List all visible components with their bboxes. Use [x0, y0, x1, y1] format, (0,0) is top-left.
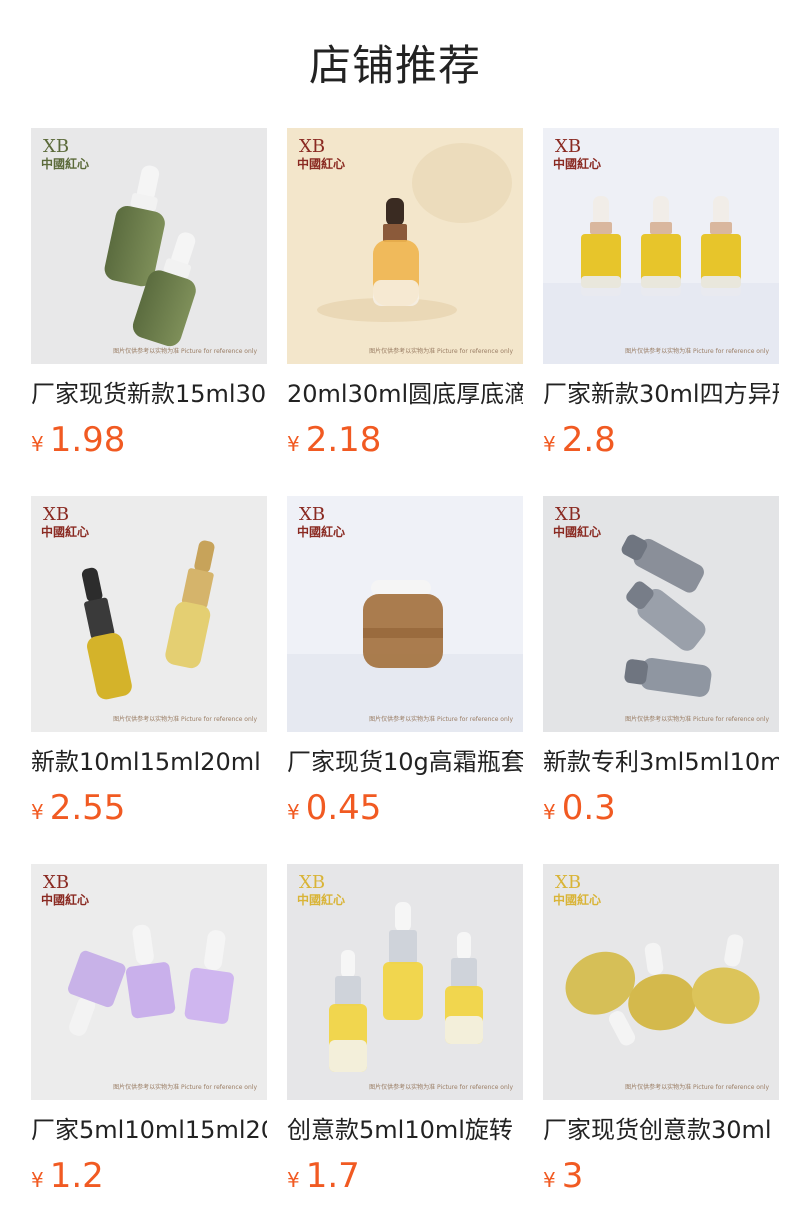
brand-logo: XB 中國紅心 — [41, 872, 89, 907]
brand-logo: XB 中國紅心 — [41, 136, 89, 171]
product-price: ¥1.98 — [31, 416, 267, 464]
svg-text:XB: XB — [43, 872, 69, 893]
reference-note: 图片仅供参考以实物为准 Picture for reference only — [369, 1084, 513, 1091]
product-name[interactable]: 新款专利3ml5ml10ml — [543, 744, 779, 780]
product-image[interactable]: XB 中國紅心 图片仅供参考以实物为准 Picture for referenc… — [287, 128, 523, 364]
svg-text:XB: XB — [43, 504, 69, 525]
currency-symbol: ¥ — [287, 800, 300, 824]
price-amount: 2.8 — [561, 420, 616, 460]
svg-text:中國紅心: 中國紅心 — [297, 524, 345, 539]
price-amount: 2.55 — [49, 788, 126, 828]
product-card[interactable]: XB 中國紅心 图片仅供参考以实物为准 Picture for referenc… — [287, 864, 523, 1232]
product-name[interactable]: 厂家现货10g高霜瓶套装 — [287, 744, 523, 780]
section-title: 店铺推荐 — [308, 41, 481, 90]
product-card[interactable]: XB 中國紅心 图片仅供参考以实物为准 Picture for referenc… — [31, 496, 267, 864]
price-amount: 2.18 — [305, 420, 382, 460]
product-price: ¥1.2 — [31, 1152, 267, 1200]
svg-text:XB: XB — [555, 872, 581, 893]
svg-text:中國紅心: 中國紅心 — [553, 524, 601, 539]
brand-logo: XB 中國紅心 — [553, 504, 601, 539]
product-price: ¥0.3 — [543, 784, 779, 832]
product-card[interactable]: XB 中國紅心 图片仅供参考以实物为准 Picture for referenc… — [543, 128, 779, 496]
product-name[interactable]: 新款10ml15ml20ml — [31, 744, 267, 780]
product-card[interactable]: XB 中國紅心 图片仅供参考以实物为准 Picture for referenc… — [543, 864, 779, 1232]
brand-logo: XB 中國紅心 — [553, 872, 601, 907]
currency-symbol: ¥ — [31, 1168, 44, 1192]
svg-text:XB: XB — [299, 872, 325, 893]
svg-text:XB: XB — [555, 504, 581, 525]
reference-note: 图片仅供参考以实物为准 Picture for reference only — [113, 716, 257, 723]
product-price: ¥2.18 — [287, 416, 523, 464]
product-name[interactable]: 20ml30ml圆底厚底滴管瓶 — [287, 376, 523, 412]
brand-logo: XB 中國紅心 — [297, 504, 345, 539]
svg-text:中國紅心: 中國紅心 — [297, 892, 345, 907]
product-image[interactable]: XB 中國紅心 图片仅供参考以实物为准 Picture for referenc… — [287, 864, 523, 1100]
store-recommendations-page: 店铺推荐 XB 中國紅心 图片仅供参考以实物为准 Picture for ref… — [0, 0, 790, 1232]
product-name[interactable]: 厂家5ml10ml15ml20ml — [31, 1112, 267, 1148]
currency-symbol: ¥ — [31, 800, 44, 824]
svg-text:XB: XB — [299, 504, 325, 525]
price-amount: 0.45 — [305, 788, 382, 828]
reference-note: 图片仅供参考以实物为准 Picture for reference only — [625, 1084, 769, 1091]
currency-symbol: ¥ — [31, 432, 44, 456]
svg-text:XB: XB — [555, 136, 581, 157]
svg-text:XB: XB — [299, 136, 325, 157]
brand-logo: XB 中國紅心 — [553, 136, 601, 171]
product-image[interactable]: XB 中國紅心 图片仅供参考以实物为准 Picture for referenc… — [543, 864, 779, 1100]
svg-text:中國紅心: 中國紅心 — [297, 156, 345, 171]
product-image[interactable]: XB 中國紅心 图片仅供参考以实物为准 Picture for referenc… — [31, 496, 267, 732]
currency-symbol: ¥ — [543, 1168, 556, 1192]
product-image[interactable]: XB 中國紅心 图片仅供参考以实物为准 Picture for referenc… — [543, 496, 779, 732]
svg-text:中國紅心: 中國紅心 — [41, 892, 89, 907]
product-price: ¥3 — [543, 1152, 779, 1200]
price-amount: 1.2 — [49, 1156, 104, 1196]
reference-note: 图片仅供参考以实物为准 Picture for reference only — [369, 348, 513, 355]
reference-note: 图片仅供参考以实物为准 Picture for reference only — [625, 716, 769, 723]
product-image[interactable]: XB 中國紅心 图片仅供参考以实物为准 Picture for referenc… — [31, 864, 267, 1100]
product-card[interactable]: XB 中國紅心 图片仅供参考以实物为准 Picture for referenc… — [287, 128, 523, 496]
product-price: ¥2.55 — [31, 784, 267, 832]
product-image[interactable]: XB 中國紅心 图片仅供参考以实物为准 Picture for referenc… — [31, 128, 267, 364]
svg-text:XB: XB — [43, 136, 69, 157]
product-card[interactable]: XB 中國紅心 图片仅供参考以实物为准 Picture for referenc… — [287, 496, 523, 864]
currency-symbol: ¥ — [543, 432, 556, 456]
reference-note: 图片仅供参考以实物为准 Picture for reference only — [113, 348, 257, 355]
reference-note: 图片仅供参考以实物为准 Picture for reference only — [369, 716, 513, 723]
svg-text:中國紅心: 中國紅心 — [553, 892, 601, 907]
product-name[interactable]: 厂家现货新款15ml30ml — [31, 376, 267, 412]
product-name[interactable]: 创意款5ml10ml旋转 — [287, 1112, 523, 1148]
product-price: ¥2.8 — [543, 416, 779, 464]
svg-text:中國紅心: 中國紅心 — [41, 524, 89, 539]
product-card[interactable]: XB 中國紅心 图片仅供参考以实物为准 Picture for referenc… — [543, 496, 779, 864]
product-card[interactable]: XB 中國紅心 图片仅供参考以实物为准 Picture for referenc… — [31, 864, 267, 1232]
price-amount: 0.3 — [561, 788, 616, 828]
product-card[interactable]: XB 中國紅心 图片仅供参考以实物为准 Picture for referenc… — [31, 128, 267, 496]
product-image[interactable]: XB 中國紅心 图片仅供参考以实物为准 Picture for referenc… — [287, 496, 523, 732]
reference-note: 图片仅供参考以实物为准 Picture for reference only — [625, 348, 769, 355]
svg-text:中國紅心: 中國紅心 — [41, 156, 89, 171]
brand-logo: XB 中國紅心 — [297, 872, 345, 907]
product-grid: XB 中國紅心 图片仅供参考以实物为准 Picture for referenc… — [31, 128, 779, 1232]
product-name[interactable]: 厂家现货创意款30ml — [543, 1112, 779, 1148]
product-price: ¥0.45 — [287, 784, 523, 832]
price-amount: 1.98 — [49, 420, 126, 460]
svg-text:中國紅心: 中國紅心 — [553, 156, 601, 171]
price-amount: 1.7 — [305, 1156, 360, 1196]
brand-logo: XB 中國紅心 — [297, 136, 345, 171]
currency-symbol: ¥ — [287, 432, 300, 456]
price-amount: 3 — [561, 1156, 584, 1196]
currency-symbol: ¥ — [287, 1168, 300, 1192]
currency-symbol: ¥ — [543, 800, 556, 824]
product-image[interactable]: XB 中國紅心 图片仅供参考以实物为准 Picture for referenc… — [543, 128, 779, 364]
product-name[interactable]: 厂家新款30ml四方异形精华瓶 — [543, 376, 779, 412]
brand-logo: XB 中國紅心 — [41, 504, 89, 539]
product-price: ¥1.7 — [287, 1152, 523, 1200]
reference-note: 图片仅供参考以实物为准 Picture for reference only — [113, 1084, 257, 1091]
